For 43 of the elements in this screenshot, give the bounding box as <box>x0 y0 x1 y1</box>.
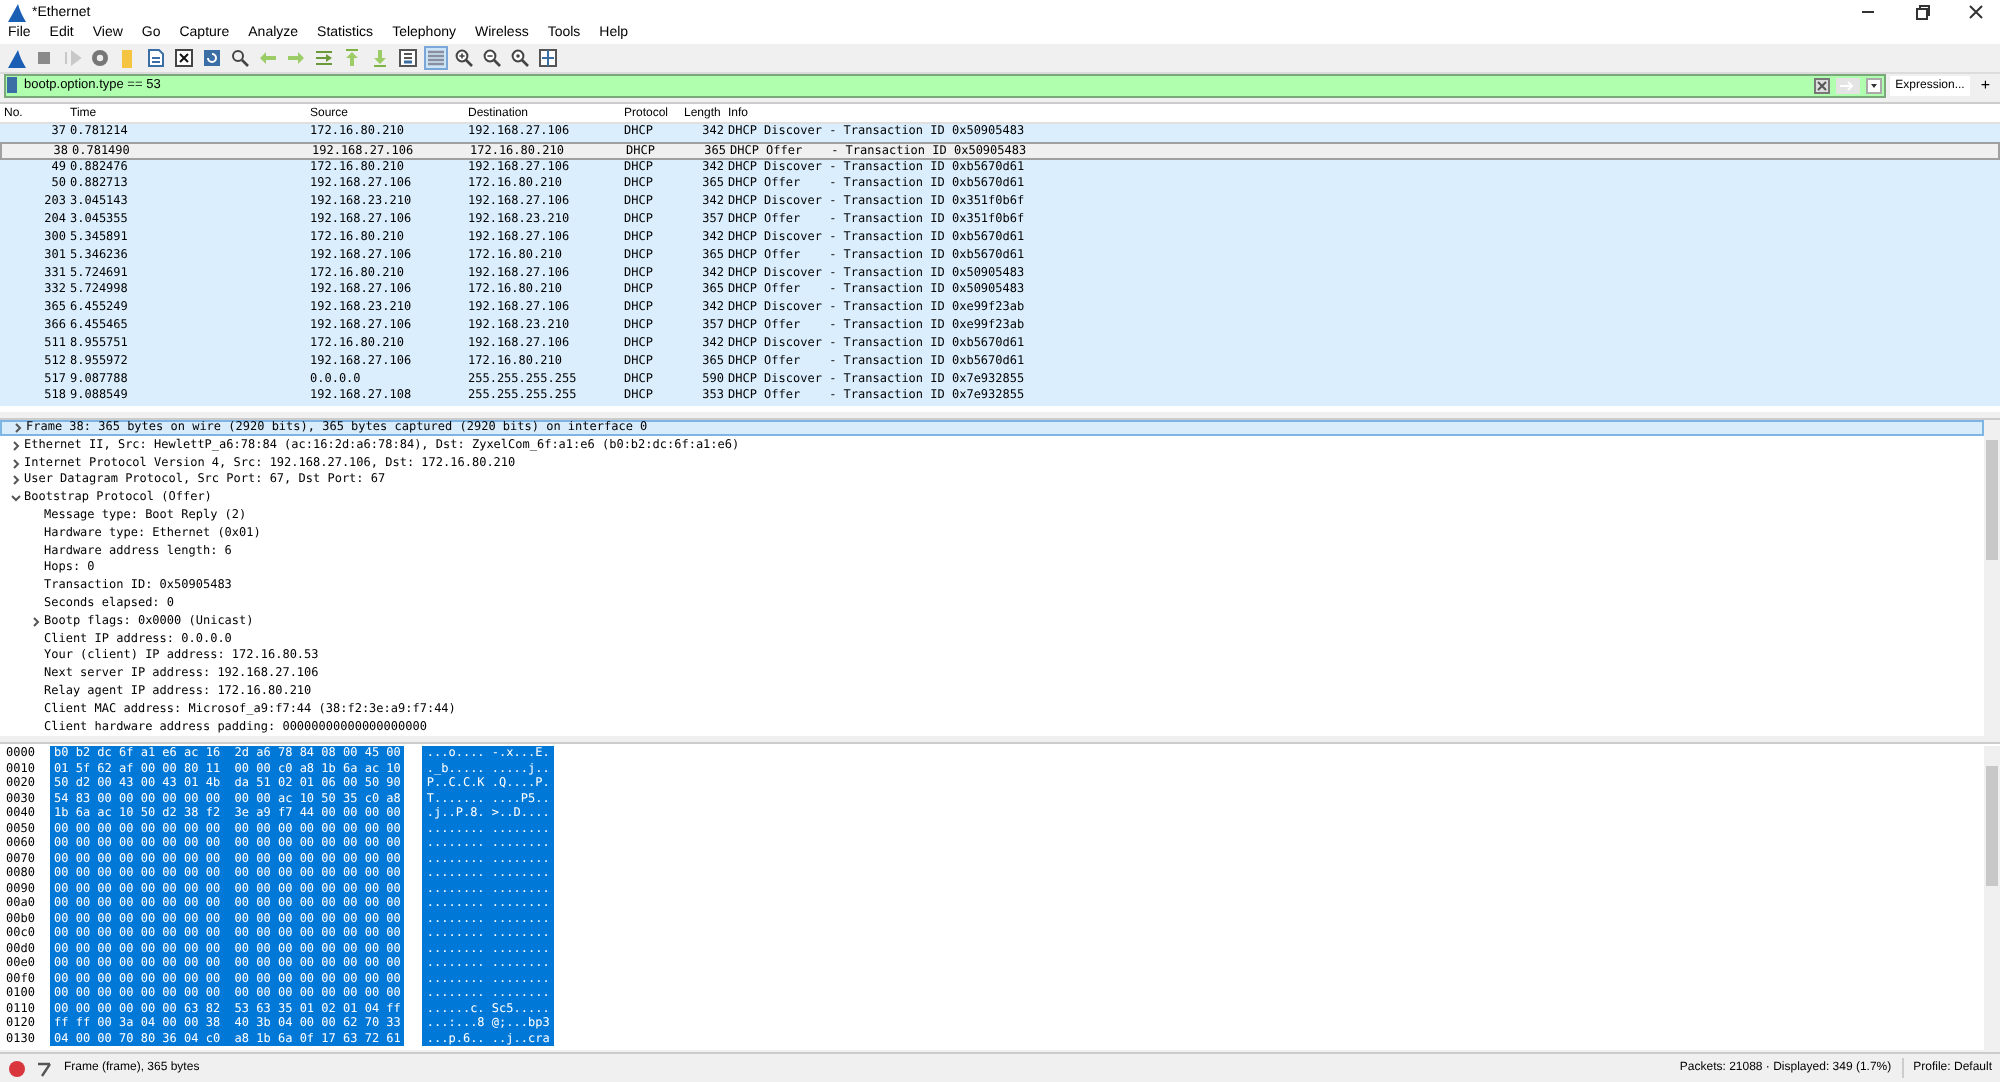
colorize-icon <box>426 47 446 68</box>
collapse-icon[interactable] <box>9 492 21 505</box>
add-filter-button[interactable]: + <box>1974 77 1996 94</box>
file-icon <box>146 47 166 68</box>
clear-icon[interactable] <box>1813 77 1830 94</box>
toolbar-button[interactable] <box>452 45 476 70</box>
expand-icon[interactable] <box>9 439 21 452</box>
reload-icon <box>202 47 222 68</box>
toolbar-button[interactable] <box>228 45 252 70</box>
record-icon[interactable] <box>8 1059 26 1078</box>
restore-icon <box>1914 4 1930 20</box>
zoom-out-icon <box>482 47 502 68</box>
jump-icon <box>314 47 334 68</box>
search-icon <box>230 47 250 68</box>
autoscroll-icon <box>398 47 418 68</box>
toolbar-button[interactable] <box>172 45 196 70</box>
resize-columns-icon <box>538 47 558 68</box>
stop-icon <box>34 47 54 68</box>
close-icon <box>1968 4 1984 20</box>
back-arrow-icon <box>258 47 278 68</box>
up-arrow-icon <box>342 47 362 68</box>
expand-icon[interactable] <box>29 615 41 628</box>
shark-fin-icon <box>6 2 26 22</box>
shark-fin-icon <box>6 47 26 68</box>
scrollbar[interactable] <box>1984 746 2000 1051</box>
expand-icon[interactable] <box>9 457 21 470</box>
toolbar-button[interactable] <box>508 45 532 70</box>
expand-icon[interactable] <box>9 474 21 487</box>
close-file-icon <box>174 47 194 68</box>
down-arrow-icon <box>370 47 390 68</box>
toolbar-button[interactable] <box>536 45 560 70</box>
bookmark-icon <box>6 76 18 95</box>
restart-icon <box>62 47 82 68</box>
toolbar-button[interactable] <box>480 45 504 70</box>
scrollbar-thumb[interactable] <box>1986 439 1998 560</box>
toolbar-button[interactable] <box>396 45 420 70</box>
expand-icon[interactable] <box>11 421 23 434</box>
zoom-reset-icon <box>510 47 530 68</box>
scrollbar-thumb[interactable] <box>1986 766 1998 887</box>
forward-arrow-icon <box>286 47 306 68</box>
zoom-in-icon <box>454 47 474 68</box>
dropdown-icon[interactable] <box>1865 77 1882 94</box>
scrollbar[interactable] <box>1984 419 2000 737</box>
